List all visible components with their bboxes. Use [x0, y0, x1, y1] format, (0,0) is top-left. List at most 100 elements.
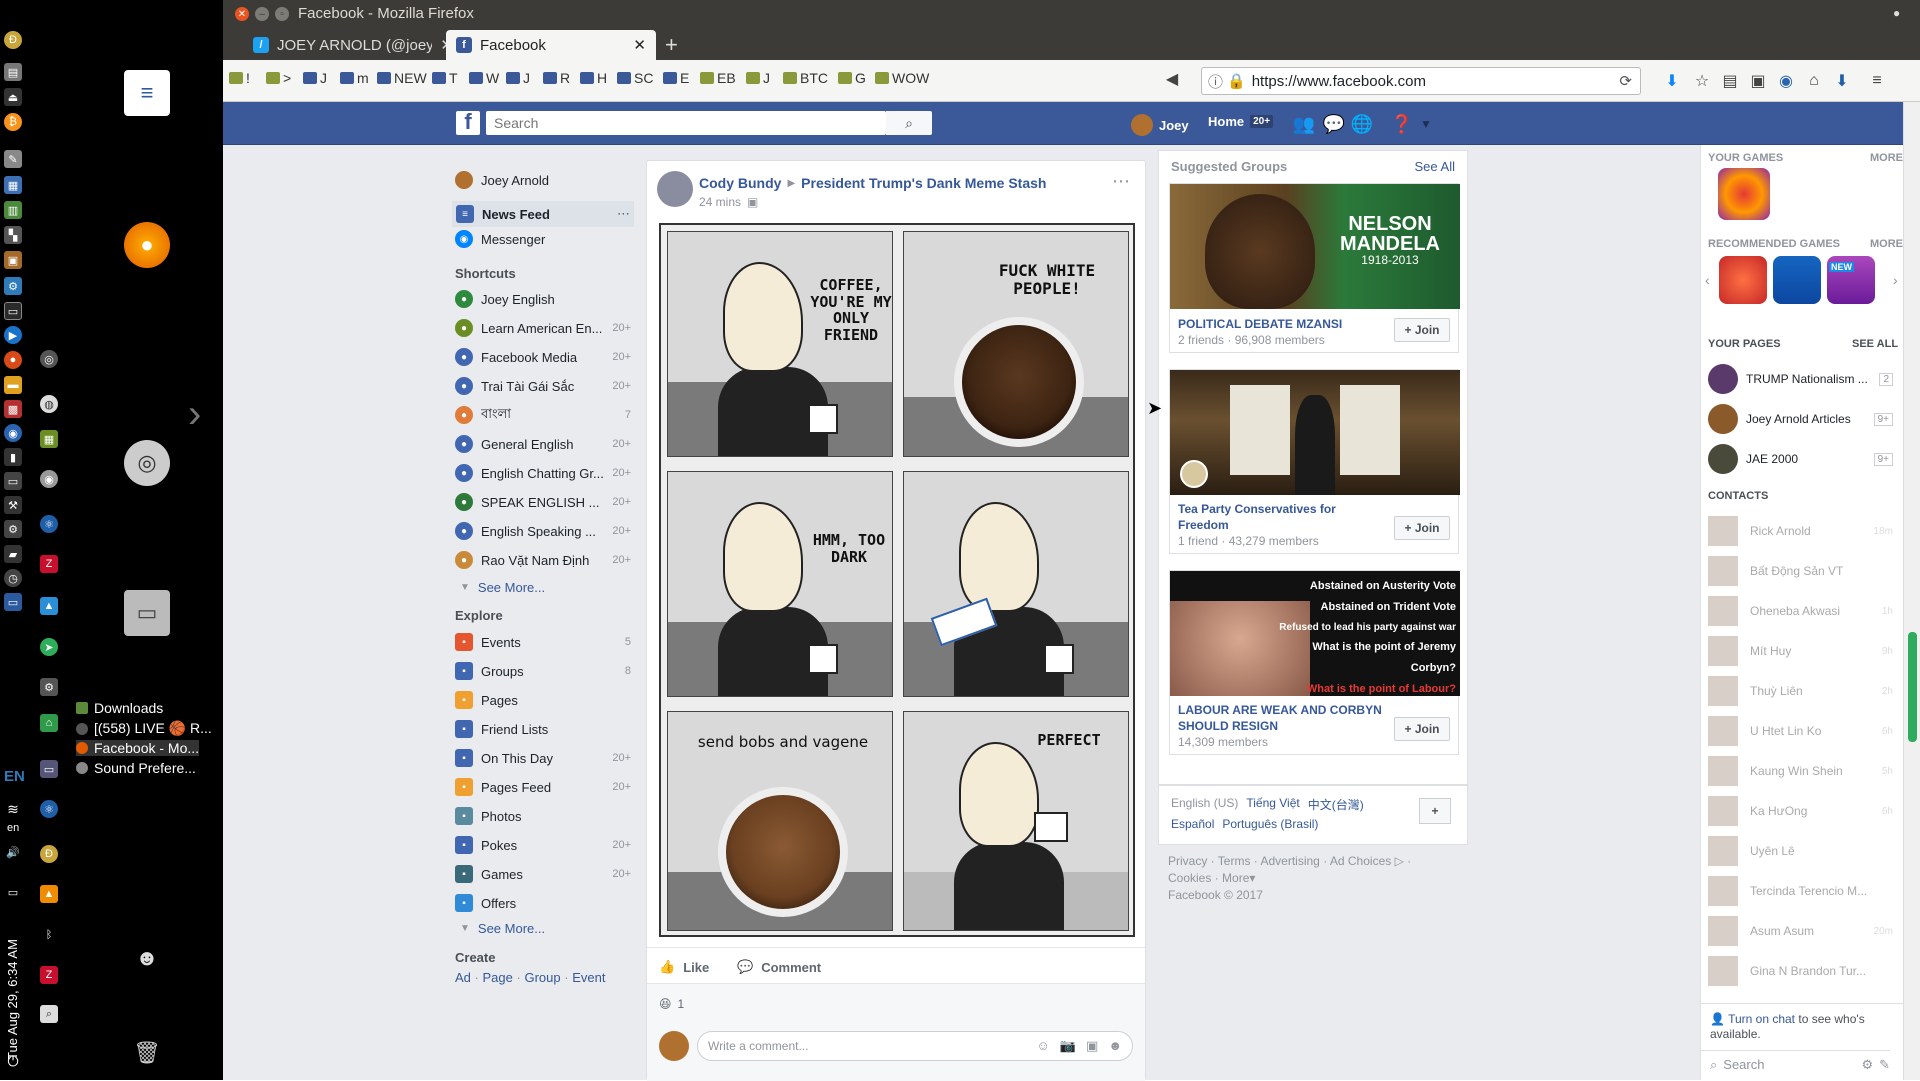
sticker-icon[interactable]: ☻: [1108, 1038, 1122, 1054]
window-icon[interactable]: ▭: [4, 593, 22, 611]
create-link[interactable]: Group: [524, 970, 560, 985]
language-link[interactable]: Português (Brasil): [1222, 817, 1318, 831]
spreadsheet-icon[interactable]: ▥: [4, 201, 22, 219]
filezilla-tray-icon[interactable]: Z: [40, 966, 58, 984]
explore-item[interactable]: ▪ Photos: [455, 806, 631, 826]
game-icon[interactable]: ▦: [40, 430, 58, 448]
filezilla-icon[interactable]: Z: [40, 555, 58, 573]
doge-tray-icon[interactable]: Ð: [40, 845, 58, 863]
explore-item[interactable]: ▪ On This Day 20+: [455, 748, 631, 768]
chevron-right-icon[interactable]: ›: [1893, 272, 1898, 288]
explore-item[interactable]: ▪ Offers: [455, 893, 631, 913]
author-avatar[interactable]: [657, 171, 693, 207]
help-icon[interactable]: ❓: [1391, 113, 1413, 135]
candy-crush-icon[interactable]: [1718, 168, 1770, 220]
language-link[interactable]: Español: [1171, 817, 1214, 831]
ubuntu-settings-icon[interactable]: ◎: [124, 440, 170, 486]
eject-icon[interactable]: ⏏: [4, 88, 22, 106]
see-all-link[interactable]: See All: [1415, 159, 1455, 174]
text-editor-icon[interactable]: ✎: [4, 150, 22, 168]
apps-grid-icon[interactable]: ▚: [4, 226, 22, 244]
tools-icon[interactable]: ⚒: [4, 496, 22, 514]
close-window-button[interactable]: ✕: [235, 7, 249, 21]
media-player-icon[interactable]: ▶: [4, 326, 22, 344]
page-item[interactable]: Joey Arnold Articles 9+: [1708, 403, 1893, 435]
download-arrow-icon[interactable]: ⬇: [1663, 72, 1681, 90]
footer-link[interactable]: Cookies: [1168, 871, 1211, 885]
join-group-button[interactable]: + Join: [1394, 318, 1450, 342]
explore-item[interactable]: ▪ Events 5: [455, 632, 631, 652]
system-icon[interactable]: ⚙: [4, 277, 22, 295]
explore-item[interactable]: ▪ Pages Feed 20+: [455, 777, 631, 797]
bookmark-item[interactable]: >: [266, 70, 291, 86]
group-name[interactable]: Tea Party Conservatives for Freedom: [1178, 501, 1388, 533]
gear-icon[interactable]: ⚙: [1861, 1057, 1873, 1073]
volume-icon[interactable]: 🔊: [4, 843, 22, 861]
game-tile-icon[interactable]: [1719, 256, 1767, 304]
compose-icon[interactable]: ✎: [1879, 1057, 1890, 1073]
account-menu-icon[interactable]: ▼: [1415, 113, 1437, 135]
contact-item[interactable]: Oheneba Akwasi 1h: [1708, 595, 1893, 627]
hot-shot-slots-icon[interactable]: [1773, 256, 1821, 304]
close-tab-icon[interactable]: ✕: [633, 36, 646, 54]
bluetooth-icon[interactable]: ᛒ: [40, 926, 58, 944]
see-more-explore[interactable]: ▼ See More...: [460, 921, 545, 936]
messenger-icon[interactable]: 💬: [1323, 113, 1345, 135]
browser-icon[interactable]: ●: [4, 351, 22, 369]
more-options-icon[interactable]: ⋯: [617, 206, 630, 222]
bookmark-item[interactable]: H: [580, 70, 607, 86]
explore-item[interactable]: ▪ Friend Lists: [455, 719, 631, 739]
reading-list-icon[interactable]: ▤: [1721, 72, 1739, 90]
create-link[interactable]: Page: [483, 970, 513, 985]
search-tool-icon[interactable]: ⌕: [40, 1005, 58, 1023]
chromium-icon[interactable]: ◉: [4, 424, 22, 442]
archive-icon[interactable]: ▣: [4, 251, 22, 269]
contact-item[interactable]: Ka HưOng 6h: [1708, 795, 1893, 827]
post-options-icon[interactable]: ⋯: [1112, 171, 1130, 192]
bookmark-star-icon[interactable]: ☆: [1693, 72, 1711, 90]
see-all-pages-link[interactable]: SEE ALL: [1852, 338, 1898, 350]
minimize-window-button[interactable]: –: [255, 7, 269, 21]
shortcut-item[interactable]: ● Learn American En... 20+: [455, 318, 631, 338]
add-language-button[interactable]: +: [1419, 798, 1451, 824]
contact-item[interactable]: Kaung Win Shein 5h: [1708, 755, 1893, 787]
file-manager-icon[interactable]: ▭: [124, 590, 170, 636]
new-game-icon[interactable]: NEW: [1827, 256, 1875, 304]
home-link[interactable]: Home 20+: [1208, 114, 1274, 129]
create-link[interactable]: Event: [572, 970, 605, 985]
shortcut-item[interactable]: ● English Speaking ... 20+: [455, 521, 631, 541]
shortcut-item[interactable]: ● বাংলা 7: [455, 405, 631, 425]
tab-facebook[interactable]: f Facebook ✕: [446, 30, 656, 60]
dogecoin-icon[interactable]: Ð: [4, 31, 22, 49]
globe-icon[interactable]: ◍: [40, 395, 58, 413]
shortcut-item[interactable]: ● Joey English: [455, 289, 631, 309]
bookmark-item[interactable]: G: [838, 70, 866, 86]
bookmark-item[interactable]: EB: [700, 70, 736, 86]
shortcut-item[interactable]: ● English Chatting Gr... 20+: [455, 463, 631, 483]
see-more-shortcuts[interactable]: ▼ See More...: [460, 580, 545, 595]
turn-on-chat-link[interactable]: Turn on chat: [1728, 1012, 1795, 1026]
shortcut-item[interactable]: ● Trai Tài Gái Sắc 20+: [455, 376, 631, 396]
wifi-icon[interactable]: ≋: [4, 800, 22, 818]
contact-item[interactable]: Tercinda Terencio M...: [1708, 875, 1888, 907]
chat-search[interactable]: ⌕ Search ⚙ ✎: [1700, 1050, 1890, 1078]
contact-item[interactable]: Rick Arnold 18m: [1708, 515, 1893, 547]
group-name[interactable]: POLITICAL DEBATE MZANSI: [1178, 316, 1388, 332]
maximize-window-button[interactable]: ▫: [275, 7, 289, 21]
vlc-icon[interactable]: ▲: [40, 885, 58, 903]
power-icon[interactable]: ⏻: [4, 1052, 22, 1070]
notification-dot-icon[interactable]: ●: [1893, 6, 1900, 20]
shortcut-item[interactable]: ● Facebook Media 20+: [455, 347, 631, 367]
contact-item[interactable]: U Htet Lin Ko 6h: [1708, 715, 1893, 747]
tab-joey-arnold[interactable]: / JOEY ARNOLD (@joey ✕: [243, 30, 463, 60]
writer-document-icon[interactable]: ≡: [124, 70, 170, 116]
calendar-icon[interactable]: ▦: [4, 176, 22, 194]
page-item[interactable]: JAE 2000 9+: [1708, 443, 1893, 475]
page-item[interactable]: TRUMP Nationalism ... 2: [1708, 363, 1893, 395]
trash-icon[interactable]: 🗑: [124, 1030, 170, 1076]
language-link[interactable]: 中文(台灣): [1308, 796, 1364, 813]
obs-icon[interactable]: ◎: [40, 350, 58, 368]
explore-item[interactable]: ▪ Games 20+: [455, 864, 631, 884]
url-text[interactable]: https://www.facebook.com: [1252, 73, 1426, 90]
like-button[interactable]: 👍 Like: [659, 959, 709, 975]
